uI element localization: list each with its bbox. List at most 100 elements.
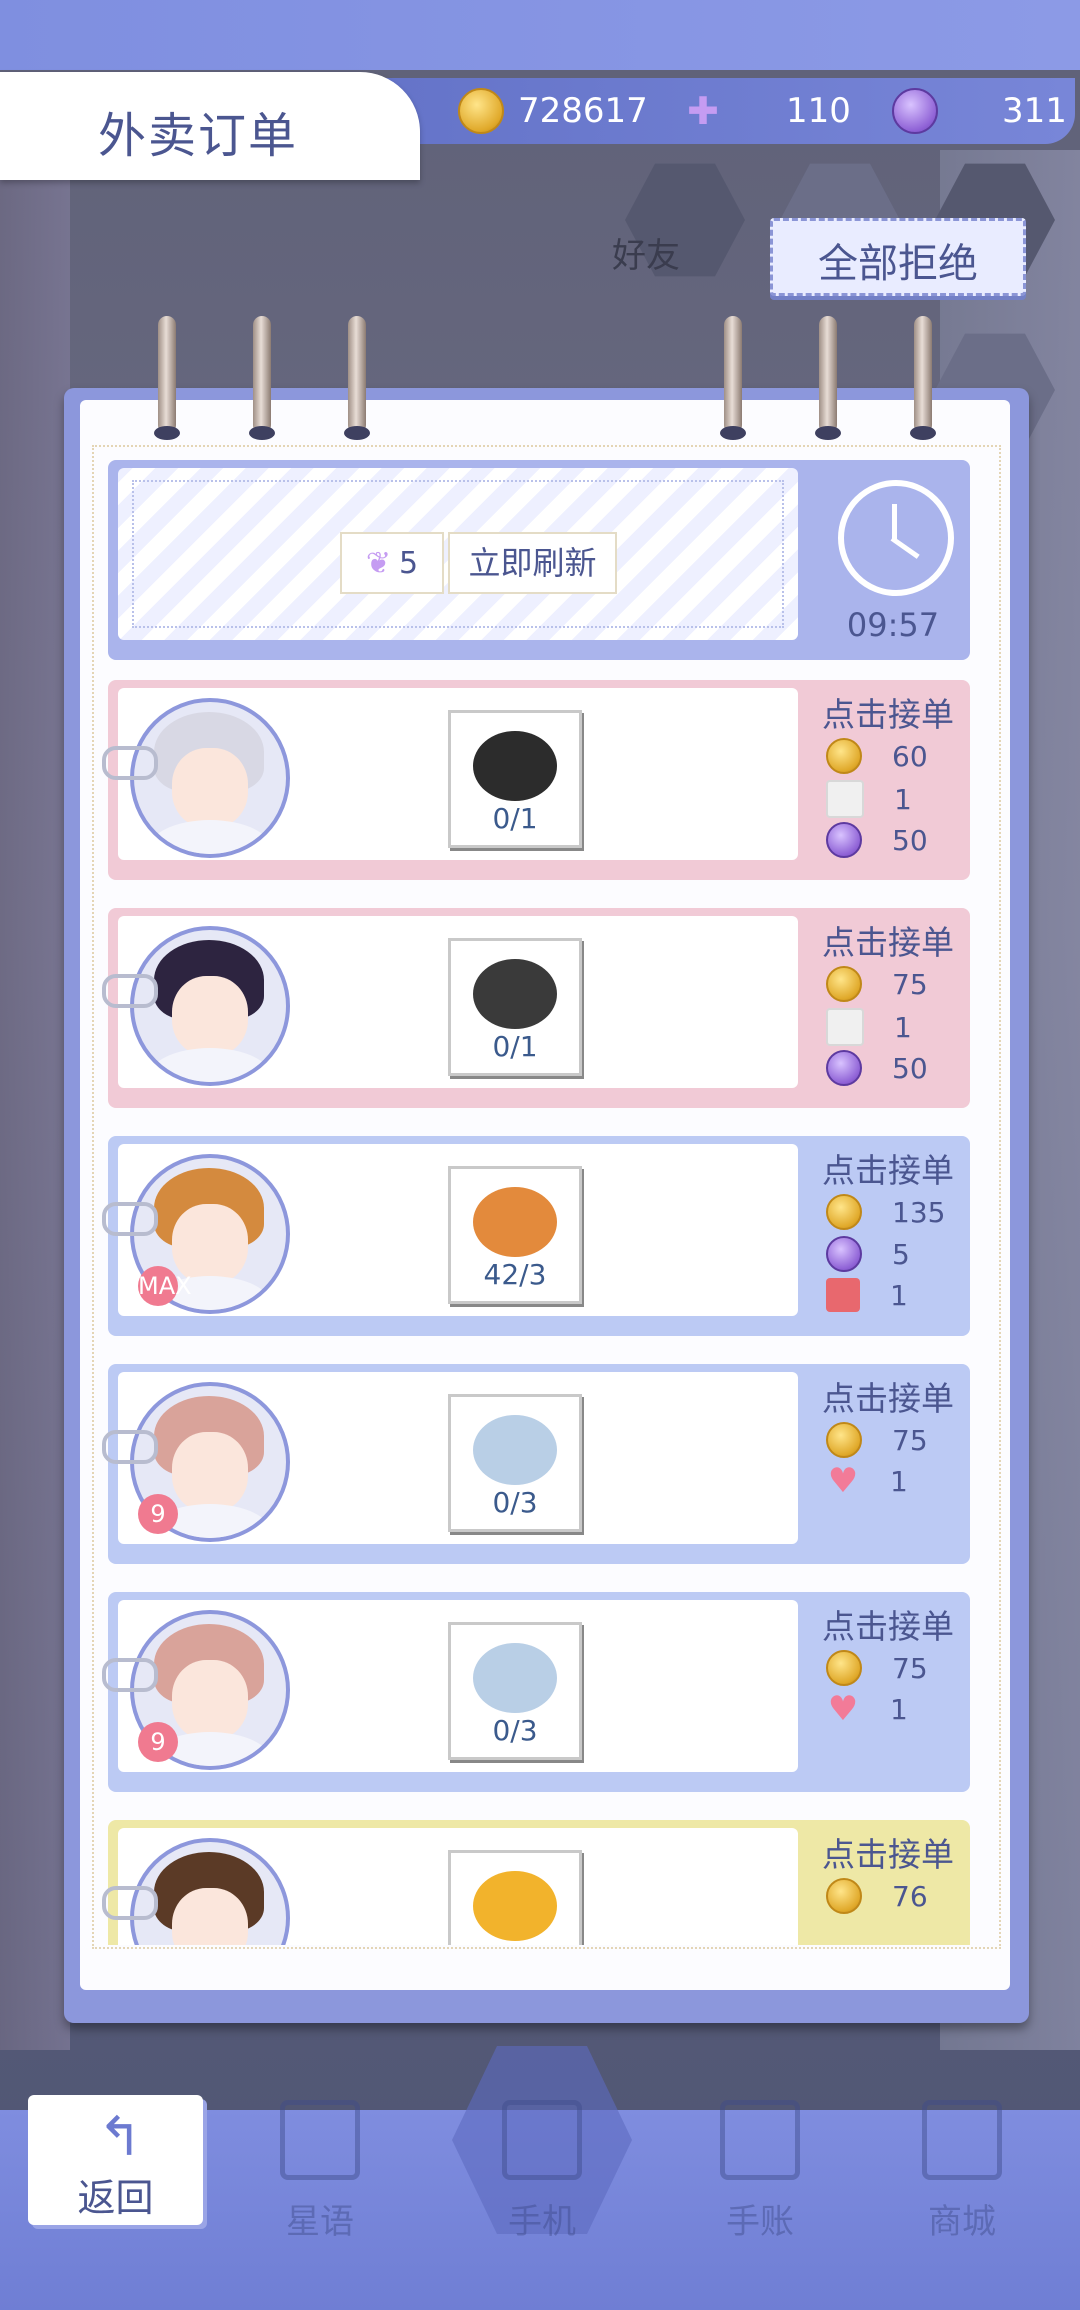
reward-row: 1 xyxy=(826,1278,908,1312)
swan-counter[interactable]: ✚ 110 xyxy=(680,82,851,140)
card-icon xyxy=(826,1008,864,1046)
order-list[interactable]: ❦ 5 立即刷新 09:57 0/1 点击接单 60 1 50 0/1 点击接单 75 1 50 M… xyxy=(100,455,980,1945)
nav-phone[interactable]: 手机 xyxy=(472,2090,612,2250)
coin-icon xyxy=(826,738,862,774)
accept-order-button[interactable]: 点击接单 xyxy=(808,1144,968,1192)
binder-ring xyxy=(910,316,936,440)
binder-ring xyxy=(815,316,841,440)
nav-shop-label: 商城 xyxy=(928,2202,996,2242)
accept-order-button[interactable]: 点击接单 xyxy=(808,1600,968,1648)
avatar-face xyxy=(172,976,248,1056)
reward-value: 1 xyxy=(890,1692,908,1726)
refresh-cost-value: 5 xyxy=(399,545,419,581)
cards-icon xyxy=(280,2100,360,2180)
order-card[interactable]: 9 0/3 点击接单 75 ♥ 1 xyxy=(102,1364,970,1564)
order-card[interactable]: 0/1 点击接单 75 1 50 xyxy=(102,908,970,1108)
store-icon xyxy=(922,2100,1002,2180)
reward-row: 75 xyxy=(826,1422,928,1458)
paper-clip-icon xyxy=(102,974,158,1008)
reward-row: 5 xyxy=(826,1236,910,1272)
paper-clip-icon xyxy=(102,1202,158,1236)
scene-left-wall xyxy=(0,150,70,2050)
accept-order-button[interactable]: 点击接单 xyxy=(808,1828,968,1876)
reward-value: 5 xyxy=(892,1237,910,1271)
ticket-icon xyxy=(826,1278,860,1312)
paper-clip-icon xyxy=(102,746,158,780)
coin-icon xyxy=(826,966,862,1002)
reward-row: ♥ 1 xyxy=(826,1692,908,1726)
card-icon xyxy=(826,780,864,818)
coin-icon xyxy=(826,1422,862,1458)
avatar-face xyxy=(172,1432,248,1512)
reject-all-button[interactable]: 全部拒绝 xyxy=(770,218,1026,296)
coin-icon xyxy=(826,1878,862,1914)
dish-icon xyxy=(473,1871,557,1941)
reward-row: 135 xyxy=(826,1194,945,1230)
swan-plus-icon: ✚ xyxy=(687,89,719,133)
accept-order-button[interactable]: 点击接单 xyxy=(808,916,968,964)
top-bar xyxy=(0,0,1080,70)
nav-star-talk-label: 星语 xyxy=(286,2202,354,2242)
order-card[interactable]: 9 0/3 点击接单 75 ♥ 1 xyxy=(102,1592,970,1792)
back-arrow-icon: ↰ xyxy=(97,2105,143,2168)
item-count: 42/3 xyxy=(483,1258,547,1291)
reward-row: 1 xyxy=(826,780,912,818)
order-item: 0/1 xyxy=(448,938,582,1076)
reward-value: 76 xyxy=(892,1879,928,1913)
accept-order-button[interactable]: 点击接单 xyxy=(808,1372,968,1420)
coin-icon xyxy=(826,1650,862,1686)
intimacy-badge: MAX xyxy=(138,1266,192,1306)
gold-counter: 728617 xyxy=(458,82,648,140)
binder-ring xyxy=(720,316,746,440)
reward-value: 75 xyxy=(892,967,928,1001)
clock-icon xyxy=(838,480,954,596)
calendar-icon xyxy=(720,2100,800,2180)
refresh-now-button[interactable]: 立即刷新 xyxy=(448,532,617,594)
refresh-timer: 09:57 xyxy=(846,606,940,644)
gem-icon xyxy=(826,1236,862,1272)
reward-value: 50 xyxy=(892,823,928,857)
coin-icon xyxy=(458,88,504,134)
reward-row: 50 xyxy=(826,1050,928,1086)
nav-journal[interactable]: 手账 xyxy=(690,2090,830,2250)
back-button[interactable]: ↰ 返回 xyxy=(28,2095,203,2225)
reward-value: 1 xyxy=(894,782,912,816)
binder-ring xyxy=(249,316,275,440)
order-card[interactable]: 0/1 点击接单 60 1 50 xyxy=(102,680,970,880)
avatar-face xyxy=(172,748,248,828)
coin-icon xyxy=(826,1194,862,1230)
nav-star-talk[interactable]: 星语 xyxy=(250,2090,390,2250)
reward-row: 75 xyxy=(826,966,928,1002)
reward-row: 1 xyxy=(826,1008,912,1046)
swan-value: 110 xyxy=(786,91,851,131)
reward-value: 1 xyxy=(894,1010,912,1044)
page-title: 外卖订单 xyxy=(98,108,299,164)
gem-value: 311 xyxy=(1002,91,1067,131)
order-card[interactable]: 点击接单 76 xyxy=(102,1820,970,1945)
dish-icon xyxy=(473,1643,557,1713)
refresh-panel: ❦ 5 立即刷新 09:57 xyxy=(108,460,970,660)
reward-row: 50 xyxy=(826,822,928,858)
reward-row: 76 xyxy=(826,1878,928,1914)
back-label: 返回 xyxy=(77,2176,154,2220)
item-count: 0/3 xyxy=(492,1486,538,1519)
order-item: 0/3 xyxy=(448,1394,582,1532)
order-card[interactable]: MAX 42/3 点击接单 135 5 1 xyxy=(102,1136,970,1336)
avatar-face xyxy=(172,1660,248,1740)
avatar-body xyxy=(148,820,272,854)
title-tab: 外卖订单 xyxy=(0,72,420,180)
swan-icon: ❦ xyxy=(365,545,392,581)
nav-journal-label: 手账 xyxy=(726,2202,794,2242)
order-item xyxy=(448,1850,582,1945)
binder-ring xyxy=(154,316,180,440)
reward-value: 60 xyxy=(892,739,928,773)
gold-value: 728617 xyxy=(518,91,648,131)
item-count: 0/1 xyxy=(492,802,538,835)
accept-order-button[interactable]: 点击接单 xyxy=(808,688,968,736)
reward-value: 75 xyxy=(892,1651,928,1685)
avatar-body xyxy=(148,1048,272,1082)
intimacy-badge: 9 xyxy=(138,1722,178,1762)
gem-counter: 311 xyxy=(892,82,1067,140)
gem-icon xyxy=(826,1050,862,1086)
nav-shop[interactable]: 商城 xyxy=(892,2090,1032,2250)
